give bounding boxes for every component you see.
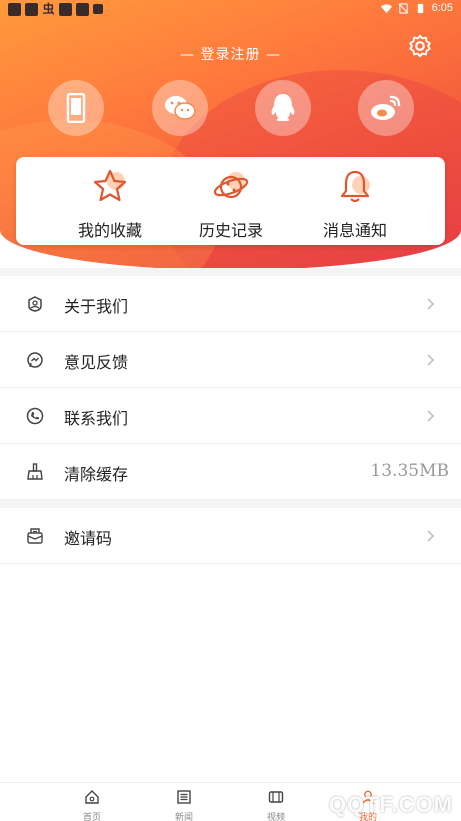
status-time: 6:05 <box>431 2 453 14</box>
favorites-label: 我的收藏 <box>77 221 142 240</box>
section-divider <box>0 268 461 276</box>
bell-icon <box>340 170 370 203</box>
wifi-icon <box>380 3 392 13</box>
broom-icon <box>27 463 43 480</box>
weibo-icon <box>371 95 401 120</box>
news-icon <box>177 790 191 804</box>
menu-item-invite-code[interactable]: 邀请码 <box>0 508 461 564</box>
wechat-login-button[interactable] <box>152 80 208 136</box>
chevron-right-icon <box>427 410 435 422</box>
home-icon <box>85 790 99 804</box>
menu-item-about[interactable]: 关于我们 <box>0 276 461 332</box>
chevron-right-icon <box>427 530 435 542</box>
planet-icon <box>213 172 249 199</box>
feedback-icon <box>27 352 43 368</box>
settings-gear-icon[interactable] <box>407 33 433 59</box>
battery-icon <box>417 3 423 13</box>
menu-item-clear-cache[interactable]: 清除缓存 13.35MB <box>0 444 461 500</box>
notification-icon <box>25 3 38 16</box>
tab-home-label: 首页 <box>82 813 101 821</box>
menu-item-contact[interactable]: 联系我们 <box>0 388 461 444</box>
app-notification-icon <box>93 4 103 14</box>
no-sim-icon <box>398 2 409 14</box>
history-button[interactable]: 历史记录 <box>171 167 291 241</box>
tab-home[interactable]: 首页 <box>72 789 112 821</box>
notifications-button[interactable]: 消息通知 <box>295 167 415 241</box>
section-divider <box>0 500 461 508</box>
phone-call-icon <box>26 407 44 425</box>
menu-label-feedback: 意见反馈 <box>64 353 129 372</box>
qq-login-button[interactable] <box>255 80 311 136</box>
menu-item-feedback[interactable]: 意见反馈 <box>0 332 461 388</box>
menu-label-invite-code: 邀请码 <box>64 529 113 548</box>
history-label: 历史记录 <box>198 221 263 240</box>
watermark: QQTF.COM <box>328 792 453 817</box>
weibo-login-button[interactable] <box>358 80 414 136</box>
menu-label-contact: 联系我们 <box>64 409 129 428</box>
about-icon <box>28 296 42 312</box>
favorites-button[interactable]: 我的收藏 <box>50 167 170 241</box>
chevron-right-icon <box>427 298 435 310</box>
notification-icon <box>76 3 89 16</box>
quick-actions-card: 我的收藏 历史记录 消息通知 <box>16 157 445 245</box>
tab-video-label: 视频 <box>266 813 285 821</box>
status-bar: 虫 6:05 <box>0 0 461 20</box>
login-register-link[interactable]: — 登录注册 — <box>0 44 461 64</box>
menu-label-about: 关于我们 <box>64 297 129 316</box>
invite-icon <box>27 528 43 544</box>
notification-icon <box>8 3 21 16</box>
notification-icon <box>59 3 72 16</box>
chevron-right-icon <box>427 354 435 366</box>
menu-label-clear-cache: 清除缓存 <box>64 465 129 484</box>
tab-news-label: 新闻 <box>174 813 193 821</box>
notifications-label: 消息通知 <box>322 221 387 240</box>
star-icon <box>93 169 127 202</box>
qq-icon <box>271 94 295 121</box>
phone-icon <box>66 93 86 123</box>
bug-icon: 虫 <box>42 2 55 16</box>
tab-video[interactable]: 视频 <box>256 789 296 821</box>
cache-size-value: 13.35MB <box>370 461 449 481</box>
video-icon <box>268 791 284 803</box>
wechat-icon <box>165 96 196 120</box>
tab-news[interactable]: 新闻 <box>164 789 204 821</box>
phone-login-button[interactable] <box>48 80 104 136</box>
